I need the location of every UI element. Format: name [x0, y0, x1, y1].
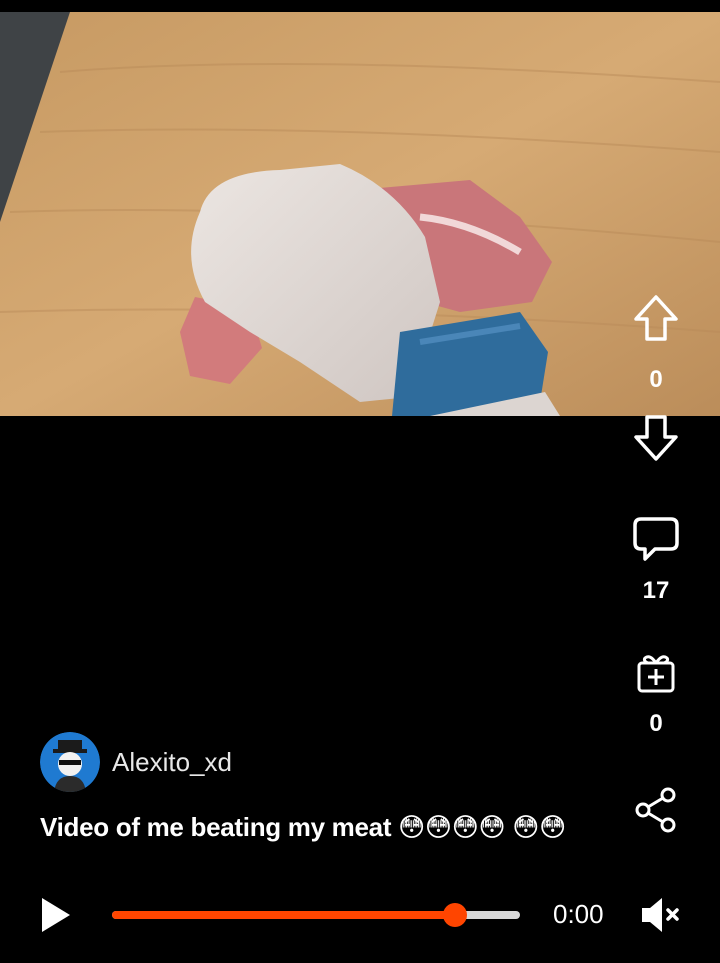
progress-bar[interactable]	[112, 903, 520, 927]
avatar[interactable]	[40, 732, 100, 792]
arrow-down-icon	[634, 415, 678, 461]
play-icon	[42, 898, 70, 932]
caption-text: Video of me beating my meat	[40, 812, 392, 842]
downvote-button[interactable]	[616, 414, 696, 462]
speaker-muted-icon	[642, 898, 679, 932]
video-frame-image	[0, 12, 720, 416]
upvote-count: 0	[649, 366, 663, 393]
post-caption: Video of me beating my meat 😳😳😳😳 😳😳	[40, 810, 580, 844]
mute-button[interactable]	[638, 895, 680, 940]
award-count: 0	[649, 710, 663, 737]
arrow-up-icon	[634, 295, 678, 341]
progress-fill	[112, 911, 455, 919]
comment-count: 17	[642, 577, 670, 604]
award-button[interactable]	[616, 652, 696, 694]
status-strip	[0, 0, 720, 12]
progress-handle[interactable]	[442, 903, 467, 927]
time-display: 0:00	[553, 899, 604, 929]
player-controls: 0:00	[0, 885, 720, 945]
author-row: Alexito_xd	[40, 732, 232, 792]
caption-emojis: 😳😳😳😳 😳😳	[398, 812, 566, 842]
speech-bubble-icon	[633, 517, 679, 561]
gift-box-icon	[637, 655, 675, 693]
upvote-button[interactable]	[616, 294, 696, 342]
share-button[interactable]	[616, 786, 696, 834]
username[interactable]: Alexito_xd	[112, 747, 232, 778]
comments-button[interactable]	[616, 516, 696, 564]
video-player[interactable]	[0, 12, 720, 416]
avatar-icon	[40, 732, 100, 792]
share-icon	[635, 787, 676, 833]
play-button[interactable]	[38, 895, 74, 940]
